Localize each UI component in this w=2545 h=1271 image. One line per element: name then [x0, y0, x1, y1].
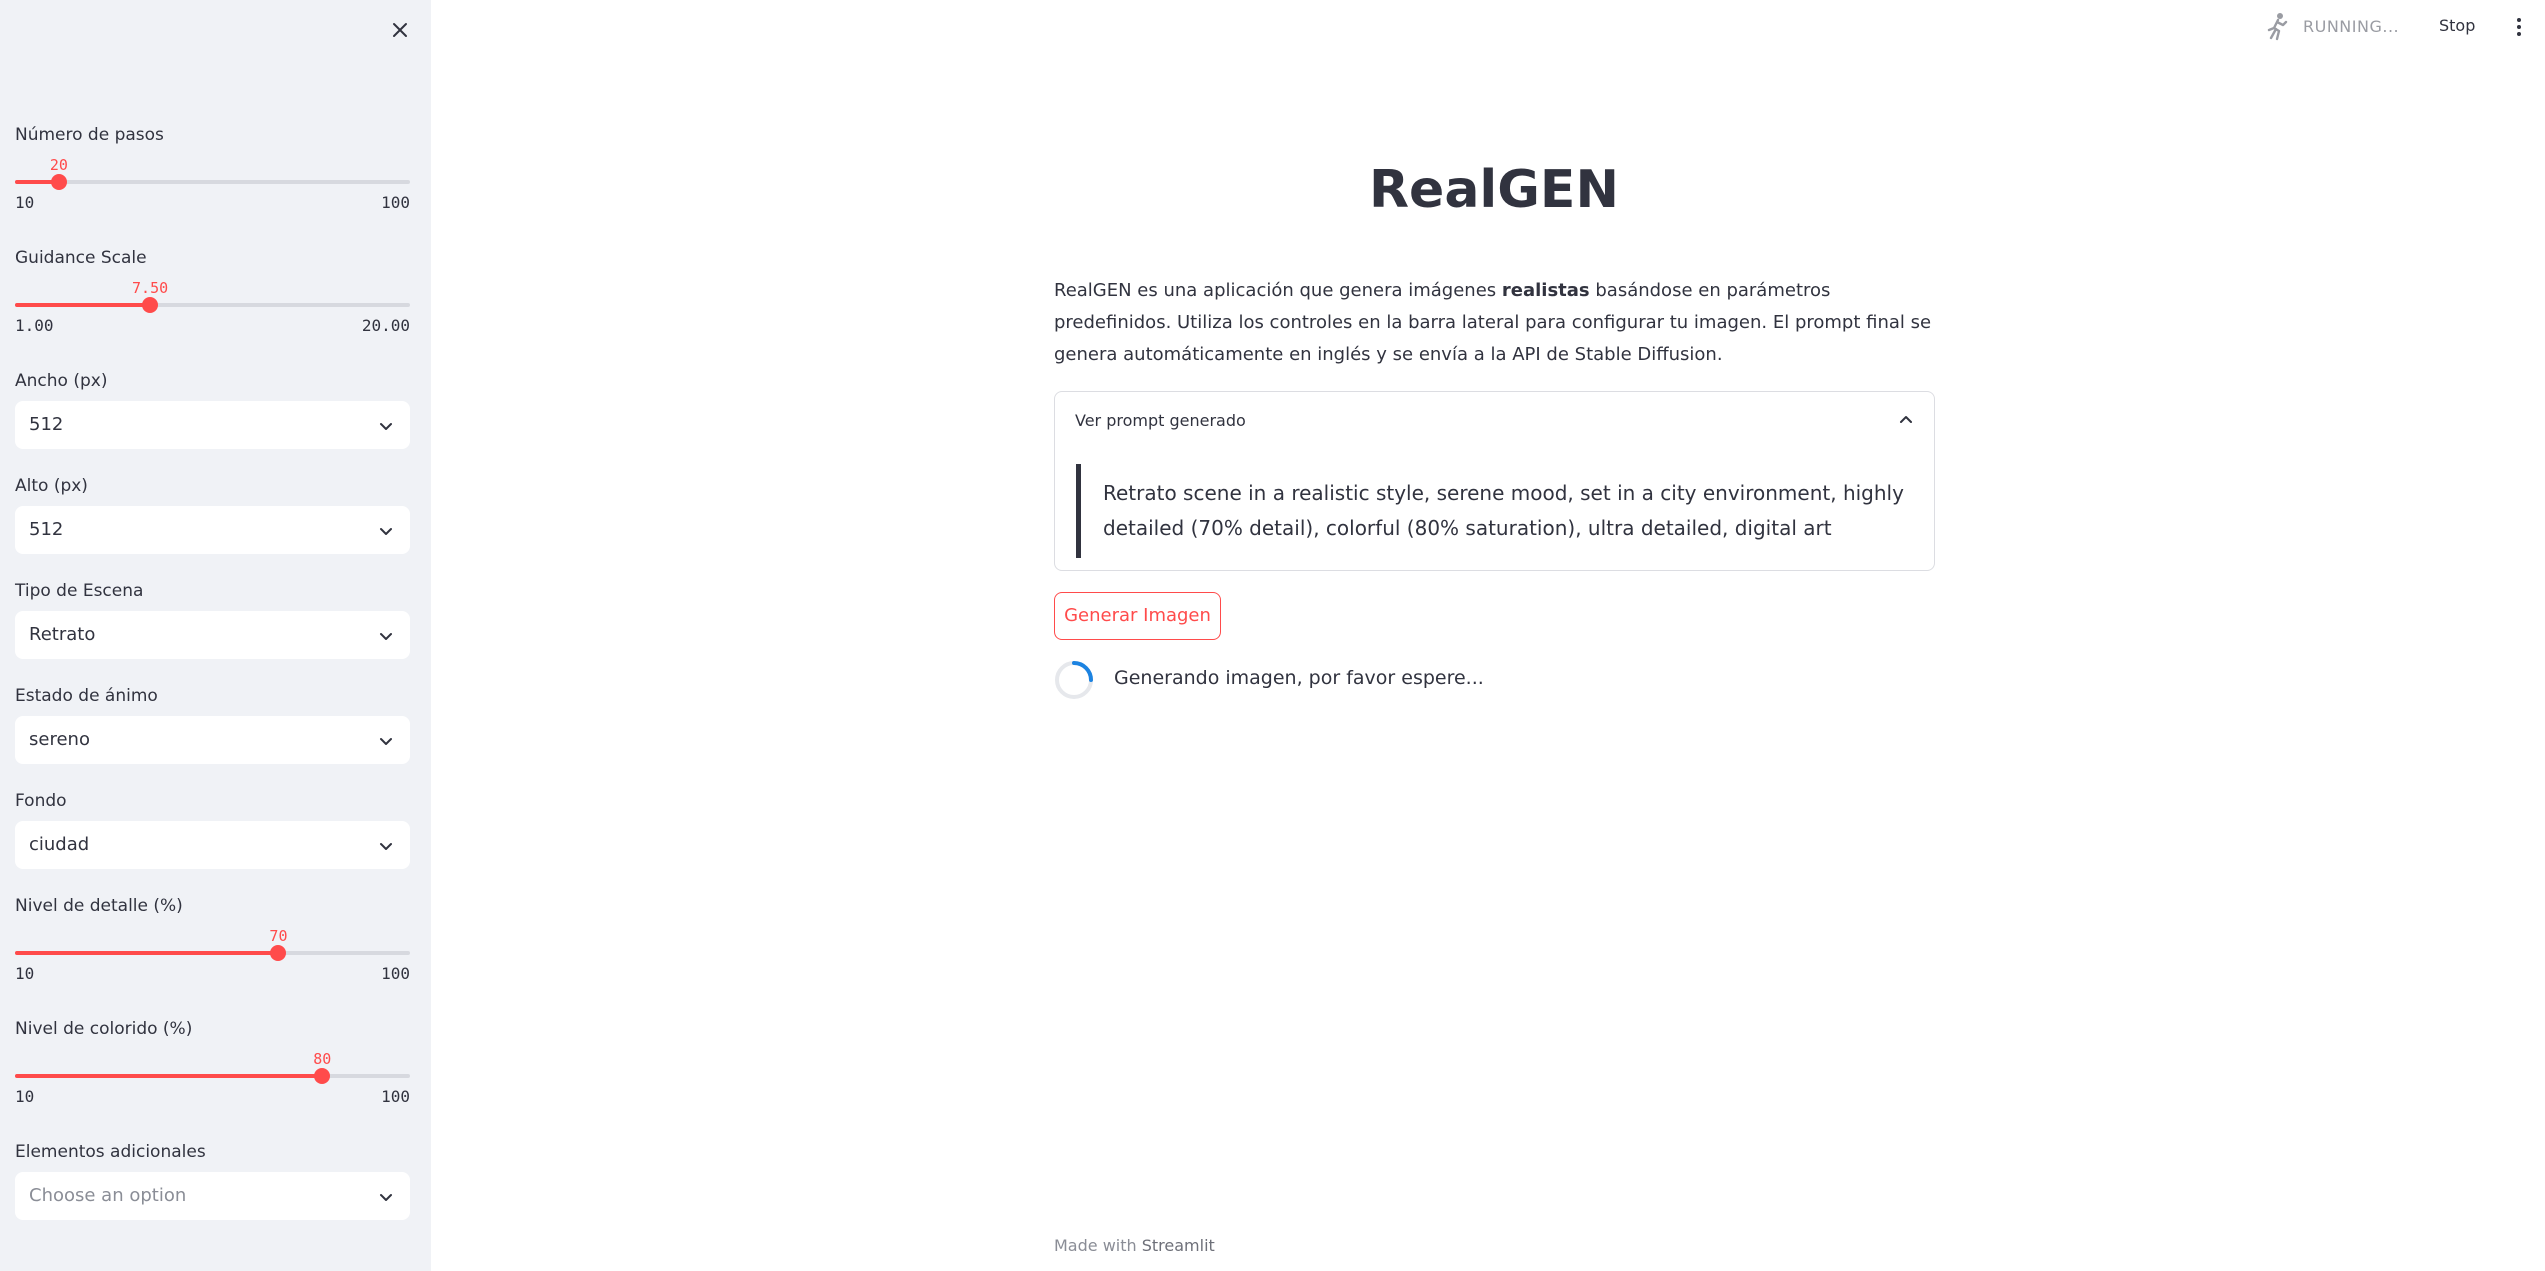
- color-level-label: Nivel de colorido (%): [15, 1019, 193, 1039]
- select-value: 512: [29, 414, 64, 435]
- height-select[interactable]: 512: [15, 506, 410, 554]
- slider-fill: [15, 303, 151, 307]
- slider-max: 100: [381, 1087, 410, 1106]
- width-label: Ancho (px): [15, 371, 108, 391]
- steps-slider[interactable]: 20 10 100: [15, 156, 410, 223]
- slider-fill: [15, 1074, 323, 1078]
- select-value: sereno: [29, 729, 90, 750]
- chevron-down-icon: [380, 633, 392, 640]
- slider-track: [15, 180, 410, 184]
- kebab-menu-icon[interactable]: [2509, 16, 2529, 38]
- slider-value: 80: [313, 1050, 332, 1068]
- slider-min: 10: [15, 964, 35, 983]
- running-man-icon: [2267, 13, 2288, 41]
- slider-thumb[interactable]: [50, 174, 67, 190]
- page-title: RealGEN: [1369, 160, 1619, 220]
- chevron-up-icon: [1900, 416, 1912, 423]
- slider-min: 10: [15, 1087, 35, 1106]
- scene-type-select[interactable]: Retrato: [15, 611, 410, 659]
- color-level-slider[interactable]: 80 10 100: [15, 1050, 410, 1117]
- extra-elements-label: Elementos adicionales: [15, 1142, 206, 1162]
- description-bold: realistas: [1501, 280, 1590, 301]
- slider-thumb[interactable]: [270, 945, 287, 961]
- background-label: Fondo: [15, 791, 67, 811]
- slider-value: 70: [269, 927, 288, 945]
- generate-image-button[interactable]: Generar Imagen: [1054, 592, 1221, 640]
- status-widget: RUNNING... Stop: [2245, 0, 2545, 56]
- slider-max: 20.00: [361, 316, 410, 335]
- detail-level-slider[interactable]: 70 10 100: [15, 927, 410, 994]
- running-status: RUNNING...: [2303, 17, 2400, 36]
- slider-thumb[interactable]: [142, 297, 159, 313]
- expander-header[interactable]: Ver prompt generado: [1055, 392, 1934, 450]
- guidance-label: Guidance Scale: [15, 248, 147, 268]
- slider-min: 1.00: [15, 316, 54, 335]
- chevron-down-icon: [380, 1194, 392, 1201]
- chevron-down-icon: [380, 738, 392, 745]
- extra-elements-multiselect[interactable]: Choose an option: [15, 1172, 410, 1220]
- prompt-expander: Ver prompt generado Retrato scene in a r…: [1054, 391, 1935, 571]
- background-select[interactable]: ciudad: [15, 821, 410, 869]
- slider-min: 10: [15, 193, 35, 212]
- chevron-down-icon: [380, 423, 392, 430]
- app-description: RealGEN es una aplicación que genera imá…: [1054, 275, 1934, 371]
- slider-max: 100: [381, 964, 410, 983]
- select-value: Retrato: [29, 624, 96, 645]
- slider-fill: [15, 951, 279, 955]
- stop-button[interactable]: Stop: [2439, 16, 2475, 35]
- slider-max: 100: [381, 193, 410, 212]
- height-label: Alto (px): [15, 476, 88, 496]
- select-value: 512: [29, 519, 64, 540]
- mood-label: Estado de ánimo: [15, 686, 158, 706]
- guidance-slider[interactable]: 7.50 1.00 20.00: [15, 279, 410, 346]
- footer-brand-link[interactable]: Streamlit: [1142, 1236, 1215, 1255]
- close-icon: [393, 23, 407, 37]
- slider-thumb[interactable]: [314, 1068, 331, 1084]
- scene-type-label: Tipo de Escena: [15, 581, 144, 601]
- chevron-down-icon: [380, 528, 392, 535]
- mood-select[interactable]: sereno: [15, 716, 410, 764]
- description-text: RealGEN es una aplicación que genera imá…: [1054, 280, 1502, 301]
- spinner-message: Generando imagen, por favor espere...: [1114, 667, 1484, 689]
- width-select[interactable]: 512: [15, 401, 410, 449]
- footer: Made with Streamlit: [1054, 1236, 1215, 1255]
- expander-label: Ver prompt generado: [1075, 411, 1246, 430]
- steps-label: Número de pasos: [15, 125, 164, 145]
- chevron-down-icon: [380, 843, 392, 850]
- loading-spinner-icon: [1055, 661, 1093, 699]
- generated-prompt: Retrato scene in a realistic style, sere…: [1076, 464, 1916, 558]
- select-placeholder: Choose an option: [29, 1185, 187, 1206]
- detail-level-label: Nivel de detalle (%): [15, 896, 183, 916]
- select-value: ciudad: [29, 834, 90, 855]
- slider-value: 20: [49, 156, 68, 174]
- slider-value: 7.50: [132, 279, 169, 297]
- close-sidebar-button[interactable]: [386, 16, 414, 44]
- sidebar: Número de pasos 20 10 100 Guidance Scale…: [0, 0, 431, 1271]
- footer-prefix: Made with: [1054, 1236, 1142, 1255]
